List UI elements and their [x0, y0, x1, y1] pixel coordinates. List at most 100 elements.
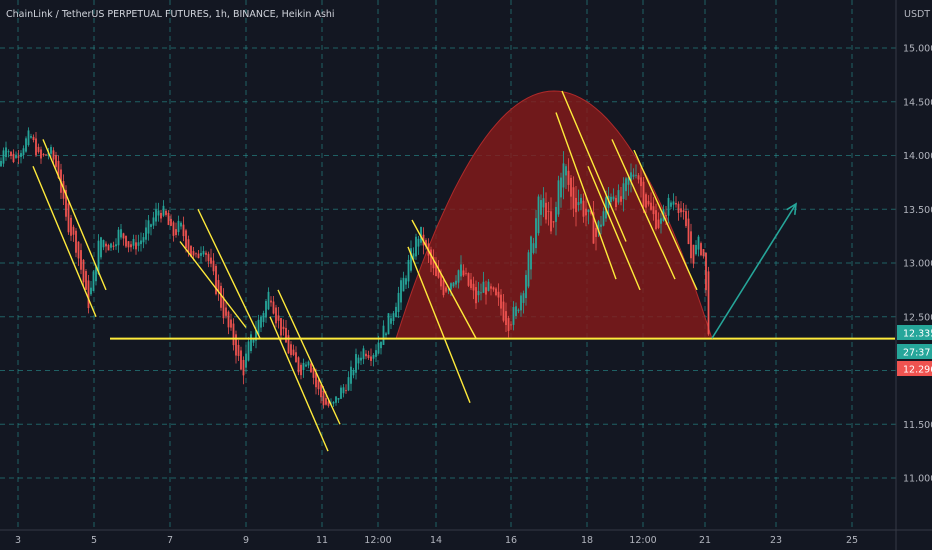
candle-body	[307, 361, 310, 366]
candle-body	[622, 183, 625, 200]
candle-body	[55, 154, 57, 167]
y-tick-label: 13.000	[903, 259, 932, 270]
candle-body	[210, 257, 212, 264]
candle-body	[322, 390, 325, 406]
candle-body	[197, 253, 200, 259]
candle-body	[375, 350, 377, 357]
candle-body	[335, 396, 337, 403]
candle-body	[472, 283, 475, 291]
candle-body	[702, 249, 705, 257]
candle-body	[667, 197, 670, 216]
candle-body	[207, 253, 210, 262]
chart-title: ChainLink / TetherUS PERPETUAL FUTURES, …	[6, 9, 335, 20]
candle-body	[470, 279, 472, 289]
candle-body	[280, 318, 282, 336]
arrow-head	[786, 202, 797, 215]
candle-body	[212, 260, 215, 272]
x-tick-label: 5	[91, 535, 97, 546]
candle-body	[182, 224, 185, 237]
candle-body	[155, 209, 157, 222]
candle-body	[22, 148, 25, 156]
x-tick-label: 25	[846, 535, 858, 546]
candle-body	[657, 219, 660, 228]
candle-body	[30, 136, 32, 138]
candle-body	[85, 271, 87, 290]
candle-body	[277, 315, 280, 321]
candle-body	[247, 341, 250, 361]
candle-body	[402, 277, 405, 292]
candle-body	[555, 207, 557, 222]
candle-body	[455, 280, 457, 285]
candle-body	[685, 211, 687, 227]
candle-body	[132, 238, 135, 246]
price-chart[interactable]: 15.00014.50014.00013.50013.00012.50012.0…	[0, 0, 932, 550]
candle-body	[262, 312, 265, 323]
candle-body	[240, 350, 242, 370]
candle-body	[652, 206, 655, 215]
x-tick-label: 7	[167, 535, 173, 546]
candle-body	[575, 197, 577, 213]
candle-body	[645, 194, 647, 208]
candle-body	[157, 210, 160, 216]
candle-body	[332, 401, 335, 404]
candle-body	[617, 190, 620, 203]
candle-body	[487, 281, 490, 291]
candle-body	[225, 307, 227, 316]
y-tick-label: 11.500	[903, 420, 932, 431]
candle-body	[2, 150, 5, 164]
candle-body	[192, 251, 195, 256]
candle-body	[67, 203, 70, 233]
candle-body	[640, 177, 642, 187]
candle-body	[72, 226, 75, 235]
price-tag-label: 12.296	[903, 365, 932, 376]
y-tick-label: 13.500	[903, 205, 932, 216]
candle-body	[460, 264, 462, 277]
candle-body	[115, 244, 117, 247]
trend-line	[42, 139, 107, 291]
candle-body	[195, 253, 197, 255]
candle-body	[642, 181, 645, 207]
candle-body	[545, 202, 547, 220]
candle-body	[400, 280, 402, 303]
candle-body	[407, 259, 410, 282]
time-axis[interactable]: 3 5 7 9 11 12:00 14 16 18 12:00 21 23 25	[0, 529, 932, 546]
candle-body	[310, 363, 312, 373]
candle-body	[372, 355, 375, 359]
candle-body	[12, 153, 15, 163]
candle-body	[450, 283, 452, 290]
price-axis[interactable]: 15.00014.50014.00013.50013.00012.50012.0…	[895, 0, 932, 550]
candle-body	[655, 210, 657, 230]
candle-body	[587, 209, 590, 213]
arrow-shaft	[711, 203, 797, 339]
candle-body	[77, 241, 80, 259]
candle-body	[135, 242, 137, 250]
candle-body	[515, 306, 517, 316]
candle-body	[25, 138, 27, 152]
candle-body	[142, 237, 145, 243]
candle-body	[272, 301, 275, 314]
candle-body	[637, 175, 640, 180]
candle-body	[570, 177, 572, 197]
candle-body	[112, 245, 115, 247]
candle-body	[567, 170, 570, 185]
candle-body	[462, 270, 465, 276]
candle-body	[150, 224, 152, 227]
candle-body	[5, 147, 7, 158]
candle-body	[177, 220, 180, 233]
projection-arrow	[711, 202, 797, 339]
candle-body	[502, 301, 505, 321]
x-tick-label: 21	[699, 535, 711, 546]
candle-body	[42, 153, 45, 156]
candle-body	[367, 354, 370, 358]
candle-body	[37, 146, 40, 153]
candle-body	[295, 352, 297, 363]
candle-body	[152, 217, 155, 226]
candle-body	[10, 151, 12, 156]
candle-body	[690, 231, 692, 259]
candle-body	[610, 196, 612, 202]
candle-body	[612, 196, 615, 200]
chart-container[interactable]: 15.00014.50014.00013.50013.00012.50012.0…	[0, 0, 932, 550]
candle-body	[365, 353, 367, 357]
price-tag-label: 12.335	[903, 329, 932, 340]
candle-body	[560, 177, 562, 198]
